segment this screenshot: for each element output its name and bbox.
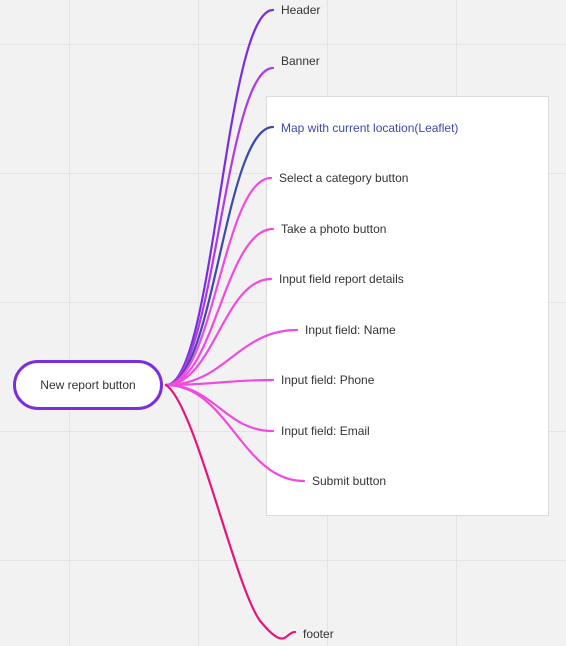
root-node[interactable]: New report button [13, 360, 163, 410]
connector-1 [164, 66, 275, 387]
root-node-label: New report button [40, 378, 136, 392]
mindmap-canvas[interactable]: New report button Header Banner Map with c… [0, 0, 566, 646]
child-node-9[interactable]: Submit button [312, 474, 386, 488]
connector-lines [164, 8, 306, 640]
child-node-6[interactable]: Input field: Name [305, 323, 396, 337]
child-node-3[interactable]: Select a category button [279, 171, 408, 185]
child-node-8[interactable]: Input field: Email [281, 424, 370, 438]
child-node-7[interactable]: Input field: Phone [281, 373, 374, 387]
child-node-0[interactable]: Header [281, 3, 320, 17]
connector-2 [164, 125, 275, 387]
child-node-1[interactable]: Banner [281, 54, 320, 68]
child-node-4[interactable]: Take a photo button [281, 222, 386, 236]
child-node-2[interactable]: Map with current location(Leaflet) [281, 121, 458, 135]
child-node-5[interactable]: Input field report details [279, 272, 404, 286]
child-node-10[interactable]: footer [303, 627, 334, 641]
connector-10 [164, 383, 297, 640]
